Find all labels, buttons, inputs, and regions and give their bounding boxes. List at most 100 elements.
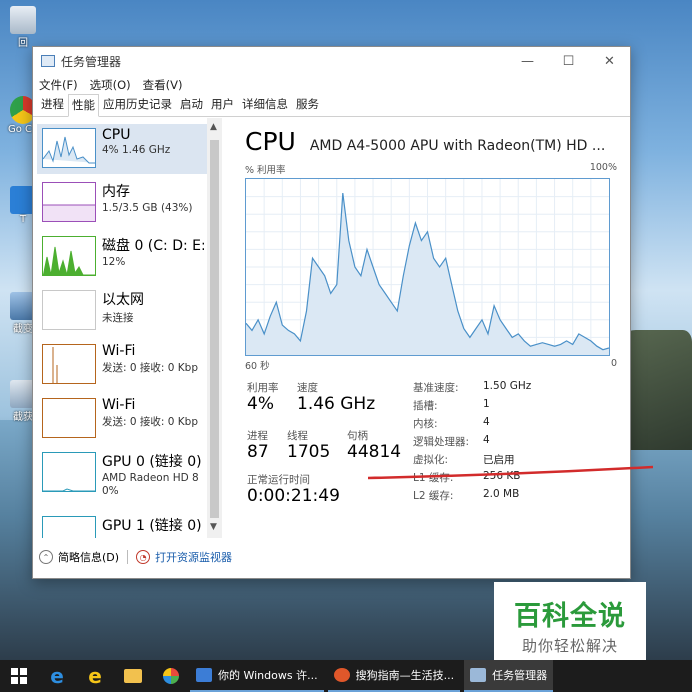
task-manager-icon	[41, 55, 55, 67]
graph-y-label: % 利用率	[245, 165, 286, 176]
cpu-detail-panel: CPU AMD A4-5000 APU with Radeon(TM) HD .…	[245, 127, 617, 512]
recycle-bin-icon	[10, 6, 36, 34]
resource-name: GPU 1 (链接 0)	[102, 518, 202, 534]
menu-bar: 文件(F) 选项(O) 查看(V)	[33, 75, 630, 95]
tab-performance[interactable]: 性能	[68, 94, 99, 117]
cpu-model: AMD A4-5000 APU with Radeon(TM) HD ...	[309, 138, 606, 154]
fewer-details-link[interactable]: 简略信息(D)	[58, 549, 119, 565]
disk-thumbnail	[42, 236, 96, 276]
resource-name: 磁盘 0 (C: D: E:	[102, 238, 204, 254]
resource-list-scrollbar[interactable]: ▲ ▼	[207, 118, 222, 538]
resource-detail: 12%	[102, 256, 126, 268]
wifi-thumbnail	[42, 344, 96, 384]
tab-processes[interactable]: 进程	[37, 93, 68, 116]
chrome-icon	[333, 668, 350, 682]
resource-detail: 1.5/3.5 GB (43%)	[102, 202, 193, 214]
tab-startup[interactable]: 启动	[176, 93, 207, 116]
speed-value: 1.46 GHz	[297, 394, 376, 414]
logical-processors-value: 4	[483, 434, 490, 446]
resource-name: CPU	[102, 127, 131, 143]
chevron-up-circle-icon[interactable]: ⌃	[39, 550, 53, 564]
resource-name: 以太网	[102, 292, 144, 308]
base-speed-label: 基准速度:	[413, 382, 459, 394]
taskbar-app-windows-activation[interactable]: 你的 Windows 许...	[190, 660, 324, 692]
watermark-title: 百科全说	[514, 601, 626, 632]
taskbar-app-browser[interactable]: 搜狗指南—生活技...	[327, 660, 461, 692]
cpu-title: CPU	[245, 127, 296, 156]
resource-detail: 发送: 0 接收: 0 Kbp	[102, 362, 199, 374]
title-bar[interactable]: 任务管理器 — ☐ ✕	[33, 47, 630, 75]
handles-label: 句柄	[347, 430, 368, 442]
speed-label: 速度	[297, 382, 318, 394]
paint-icon[interactable]	[152, 660, 190, 692]
footer: ⌃ 简略信息(D) ◔ 打开资源监视器	[39, 549, 232, 565]
gpu-thumbnail	[42, 452, 96, 492]
utilization-value: 4%	[247, 394, 274, 414]
tab-services[interactable]: 服务	[292, 93, 323, 116]
menu-options[interactable]: 选项(O)	[90, 77, 131, 93]
desktop-icon-recycle-bin[interactable]: 回	[8, 6, 38, 49]
resource-item-wifi-1[interactable]: Wi-Fi 发送: 0 接收: 0 Kbp	[37, 340, 207, 390]
taskbar: e e 你的 Windows 许... 搜狗指南—生活技... 任务管理器	[0, 660, 692, 692]
resource-monitor-icon: ◔	[136, 550, 151, 564]
graph-y-min: 0	[610, 358, 617, 369]
resource-name: GPU 0 (链接 0)	[102, 454, 202, 470]
cpu-thumbnail	[42, 128, 96, 168]
resource-item-gpu-1[interactable]: GPU 1 (链接 0)	[37, 512, 207, 538]
graph-x-label: 60 秒	[245, 361, 270, 372]
file-explorer-icon[interactable]	[114, 660, 152, 692]
graph-y-max: 100%	[589, 162, 617, 173]
tab-details[interactable]: 详细信息	[238, 93, 292, 116]
resource-detail: 4% 1.46 GHz	[102, 144, 171, 156]
chevron-up-icon[interactable]: ▲	[210, 122, 217, 132]
tab-app-history[interactable]: 应用历史记录	[99, 93, 176, 116]
cpu-stats: 利用率 速度 4% 1.46 GHz 进程 线程 句柄 87 1705 4481…	[245, 372, 617, 512]
scrollbar-thumb[interactable]	[210, 140, 219, 518]
resource-list: CPU 4% 1.46 GHz 内存 1.5/3.5 GB (43%) 磁盘 0…	[33, 118, 223, 538]
cpu-graph-svg	[245, 179, 610, 355]
windows-start-icon[interactable]	[0, 660, 38, 692]
resource-name: 内存	[102, 184, 130, 200]
tab-users[interactable]: 用户	[207, 93, 238, 116]
resource-name: Wi-Fi	[102, 343, 136, 359]
taskbar-app-task-manager[interactable]: 任务管理器	[464, 660, 554, 692]
tab-bar: 进程 性能 应用历史记录 启动 用户 详细信息 服务	[33, 93, 630, 117]
maximize-button[interactable]: ☐	[548, 47, 589, 75]
resource-detail-usage: 0%	[102, 485, 119, 497]
menu-view[interactable]: 查看(V)	[143, 77, 183, 93]
uptime-value: 0:00:21:49	[247, 486, 340, 506]
minimize-button[interactable]: —	[507, 47, 548, 75]
resource-item-cpu[interactable]: CPU 4% 1.46 GHz	[37, 124, 207, 174]
threads-label: 线程	[287, 430, 308, 442]
wifi-thumbnail	[42, 398, 96, 438]
internet-explorer-icon[interactable]: e	[76, 660, 114, 692]
menu-file[interactable]: 文件(F)	[39, 77, 78, 93]
l2-cache-value: 2.0 MB	[483, 488, 520, 500]
resource-item-wifi-2[interactable]: Wi-Fi 发送: 0 接收: 0 Kbp	[37, 394, 207, 444]
chevron-down-icon[interactable]: ▼	[210, 522, 217, 532]
cpu-utilization-graph	[245, 178, 610, 356]
window-title: 任务管理器	[61, 54, 122, 69]
resource-item-gpu-0[interactable]: GPU 0 (链接 0) AMD Radeon HD 8 0%	[37, 448, 207, 506]
open-resource-monitor-link[interactable]: 打开资源监视器	[155, 549, 232, 565]
memory-thumbnail	[42, 182, 96, 222]
resource-item-ethernet[interactable]: 以太网 未连接	[37, 286, 207, 336]
utilization-label: 利用率	[247, 382, 279, 394]
resource-detail: 发送: 0 接收: 0 Kbp	[102, 416, 199, 428]
close-button[interactable]: ✕	[589, 47, 630, 75]
resource-detail: 未连接	[102, 312, 134, 324]
watermark-subtitle: 助你轻松解决	[521, 637, 618, 655]
handles-value: 44814	[347, 442, 402, 462]
edge-icon[interactable]: e	[38, 660, 76, 692]
red-annotation-line	[368, 465, 653, 480]
cores-value: 4	[483, 416, 490, 428]
logical-processors-label: 逻辑处理器:	[413, 436, 470, 448]
resource-item-memory[interactable]: 内存 1.5/3.5 GB (43%)	[37, 178, 207, 228]
processes-label: 进程	[247, 430, 268, 442]
watermark: 百科全说 助你轻松解决	[494, 582, 646, 664]
cores-label: 内核:	[413, 418, 438, 430]
gpu-thumbnail	[42, 516, 96, 538]
task-manager-icon	[470, 668, 487, 682]
resource-name: Wi-Fi	[102, 397, 136, 413]
resource-item-disk[interactable]: 磁盘 0 (C: D: E: 12%	[37, 232, 207, 282]
